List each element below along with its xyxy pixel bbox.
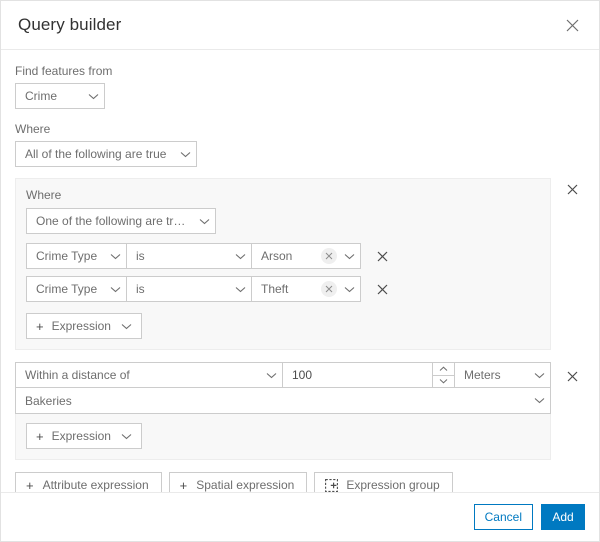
add-expression-label: Expression — [51, 319, 111, 333]
group-where-label: Where — [26, 188, 62, 202]
remove-spatial-expression-button[interactable] — [559, 365, 585, 387]
condition-operator-select[interactable]: is — [126, 276, 251, 302]
where-operator-value: All of the following are true — [25, 147, 167, 161]
condition-value-select[interactable]: Theft — [251, 276, 361, 302]
distance-stepper[interactable] — [432, 362, 454, 388]
remove-condition-button[interactable] — [369, 245, 395, 267]
chevron-up-icon — [439, 366, 448, 372]
spatial-relation-value: Within a distance of — [25, 368, 130, 382]
close-icon — [377, 284, 388, 295]
add-spatial-expression-button[interactable]: + Spatial expression — [168, 472, 308, 492]
source-layer-value: Crime — [25, 89, 57, 103]
condition-field-select[interactable]: Crime Type — [26, 243, 126, 269]
expression-group-icon — [325, 478, 339, 492]
spatial-relation-select[interactable]: Within a distance of — [15, 362, 282, 388]
dialog-body: Find features from Crime Where All of th… — [1, 50, 599, 492]
chevron-down-icon — [528, 397, 550, 404]
add-expression-button-group[interactable]: + Expression — [26, 313, 142, 339]
condition-value-text: Theft — [261, 282, 289, 296]
clear-value-button[interactable] — [321, 248, 337, 264]
close-dialog-button[interactable] — [561, 14, 583, 36]
distance-unit-select[interactable]: Meters — [454, 362, 551, 388]
condition-row: Crime Type is Arson — [26, 243, 540, 269]
spatial-expression-footer: + Expression — [15, 414, 551, 460]
chevron-down-icon — [229, 286, 251, 293]
spatial-layer-select[interactable]: Bakeries — [15, 388, 551, 414]
chevron-down-icon — [82, 93, 104, 100]
chevron-down-icon — [528, 372, 550, 379]
distance-unit-value: Meters — [464, 368, 501, 382]
condition-fields: Crime Type is Arson — [26, 243, 361, 269]
condition-fields: Crime Type is Theft — [26, 276, 361, 302]
chevron-down-icon — [174, 151, 196, 158]
condition-operator-value: is — [136, 249, 145, 263]
condition-value-text: Arson — [261, 249, 293, 263]
expression-group-panel: Where One of the following are tr… Crime… — [15, 178, 551, 350]
add-attribute-expression-button[interactable]: + Attribute expression — [15, 472, 162, 492]
query-builder-dialog: Query builder Find features from Crime W… — [0, 0, 600, 542]
dialog-header: Query builder — [1, 1, 599, 50]
dialog-footer: Cancel Add — [1, 492, 599, 541]
condition-value-select[interactable]: Arson — [251, 243, 361, 269]
add-expression-group-label: Expression group — [346, 478, 440, 492]
condition-field-value: Crime Type — [36, 282, 98, 296]
expression-group-row: Where One of the following are tr… Crime… — [15, 178, 585, 350]
chevron-down-icon — [338, 253, 360, 260]
close-icon — [377, 251, 388, 262]
chevron-down-icon — [121, 433, 139, 440]
close-icon — [567, 371, 578, 382]
add-expression-button-spatial[interactable]: + Expression — [26, 423, 142, 449]
where-operator-select[interactable]: All of the following are true — [15, 141, 197, 167]
source-layer-select[interactable]: Crime — [15, 83, 105, 109]
page-title: Query builder — [18, 15, 122, 34]
plus-icon: + — [179, 477, 188, 492]
chevron-down-icon — [439, 378, 448, 384]
condition-field-value: Crime Type — [36, 249, 98, 263]
add-expression-group-button[interactable]: Expression group — [314, 472, 453, 492]
chevron-down-icon — [338, 286, 360, 293]
stepper-up-button[interactable] — [433, 363, 454, 376]
add-expression-toolbar: + Attribute expression + Spatial express… — [15, 472, 585, 492]
close-icon — [567, 184, 578, 195]
find-features-from-label: Find features from — [15, 64, 113, 78]
remove-condition-button[interactable] — [369, 278, 395, 300]
chevron-down-icon — [193, 218, 215, 225]
condition-field-select[interactable]: Crime Type — [26, 276, 126, 302]
chevron-down-icon — [104, 286, 126, 293]
add-expression-label: Expression — [51, 429, 111, 443]
spatial-expression-row: Within a distance of 100 Meters Bakeries… — [15, 362, 585, 460]
where-label: Where — [15, 122, 51, 136]
spatial-expression-line: Within a distance of 100 Meters — [15, 362, 551, 388]
cancel-button[interactable]: Cancel — [473, 504, 533, 530]
condition-row: Crime Type is Theft — [26, 276, 540, 302]
remove-expression-group-button[interactable] — [559, 178, 585, 200]
plus-icon: + — [36, 318, 44, 334]
group-operator-select[interactable]: One of the following are tr… — [26, 208, 216, 234]
clear-value-button[interactable] — [321, 281, 337, 297]
close-icon — [566, 19, 579, 32]
group-operator-value: One of the following are tr… — [36, 214, 186, 228]
spatial-expression-block: Within a distance of 100 Meters Bakeries… — [15, 362, 551, 460]
condition-operator-value: is — [136, 282, 145, 296]
plus-icon: + — [26, 477, 34, 492]
chevron-down-icon — [104, 253, 126, 260]
chevron-down-icon — [121, 323, 139, 330]
distance-input[interactable]: 100 — [282, 362, 432, 388]
distance-value: 100 — [292, 368, 313, 382]
chevron-down-icon — [260, 372, 282, 379]
condition-operator-select[interactable]: is — [126, 243, 251, 269]
add-button[interactable]: Add — [541, 504, 585, 530]
chevron-down-icon — [229, 253, 251, 260]
spatial-layer-value: Bakeries — [25, 393, 72, 408]
plus-icon: + — [36, 428, 44, 444]
add-spatial-expression-label: Spatial expression — [196, 478, 295, 492]
stepper-down-button[interactable] — [433, 376, 454, 388]
add-attribute-expression-label: Attribute expression — [42, 478, 149, 492]
